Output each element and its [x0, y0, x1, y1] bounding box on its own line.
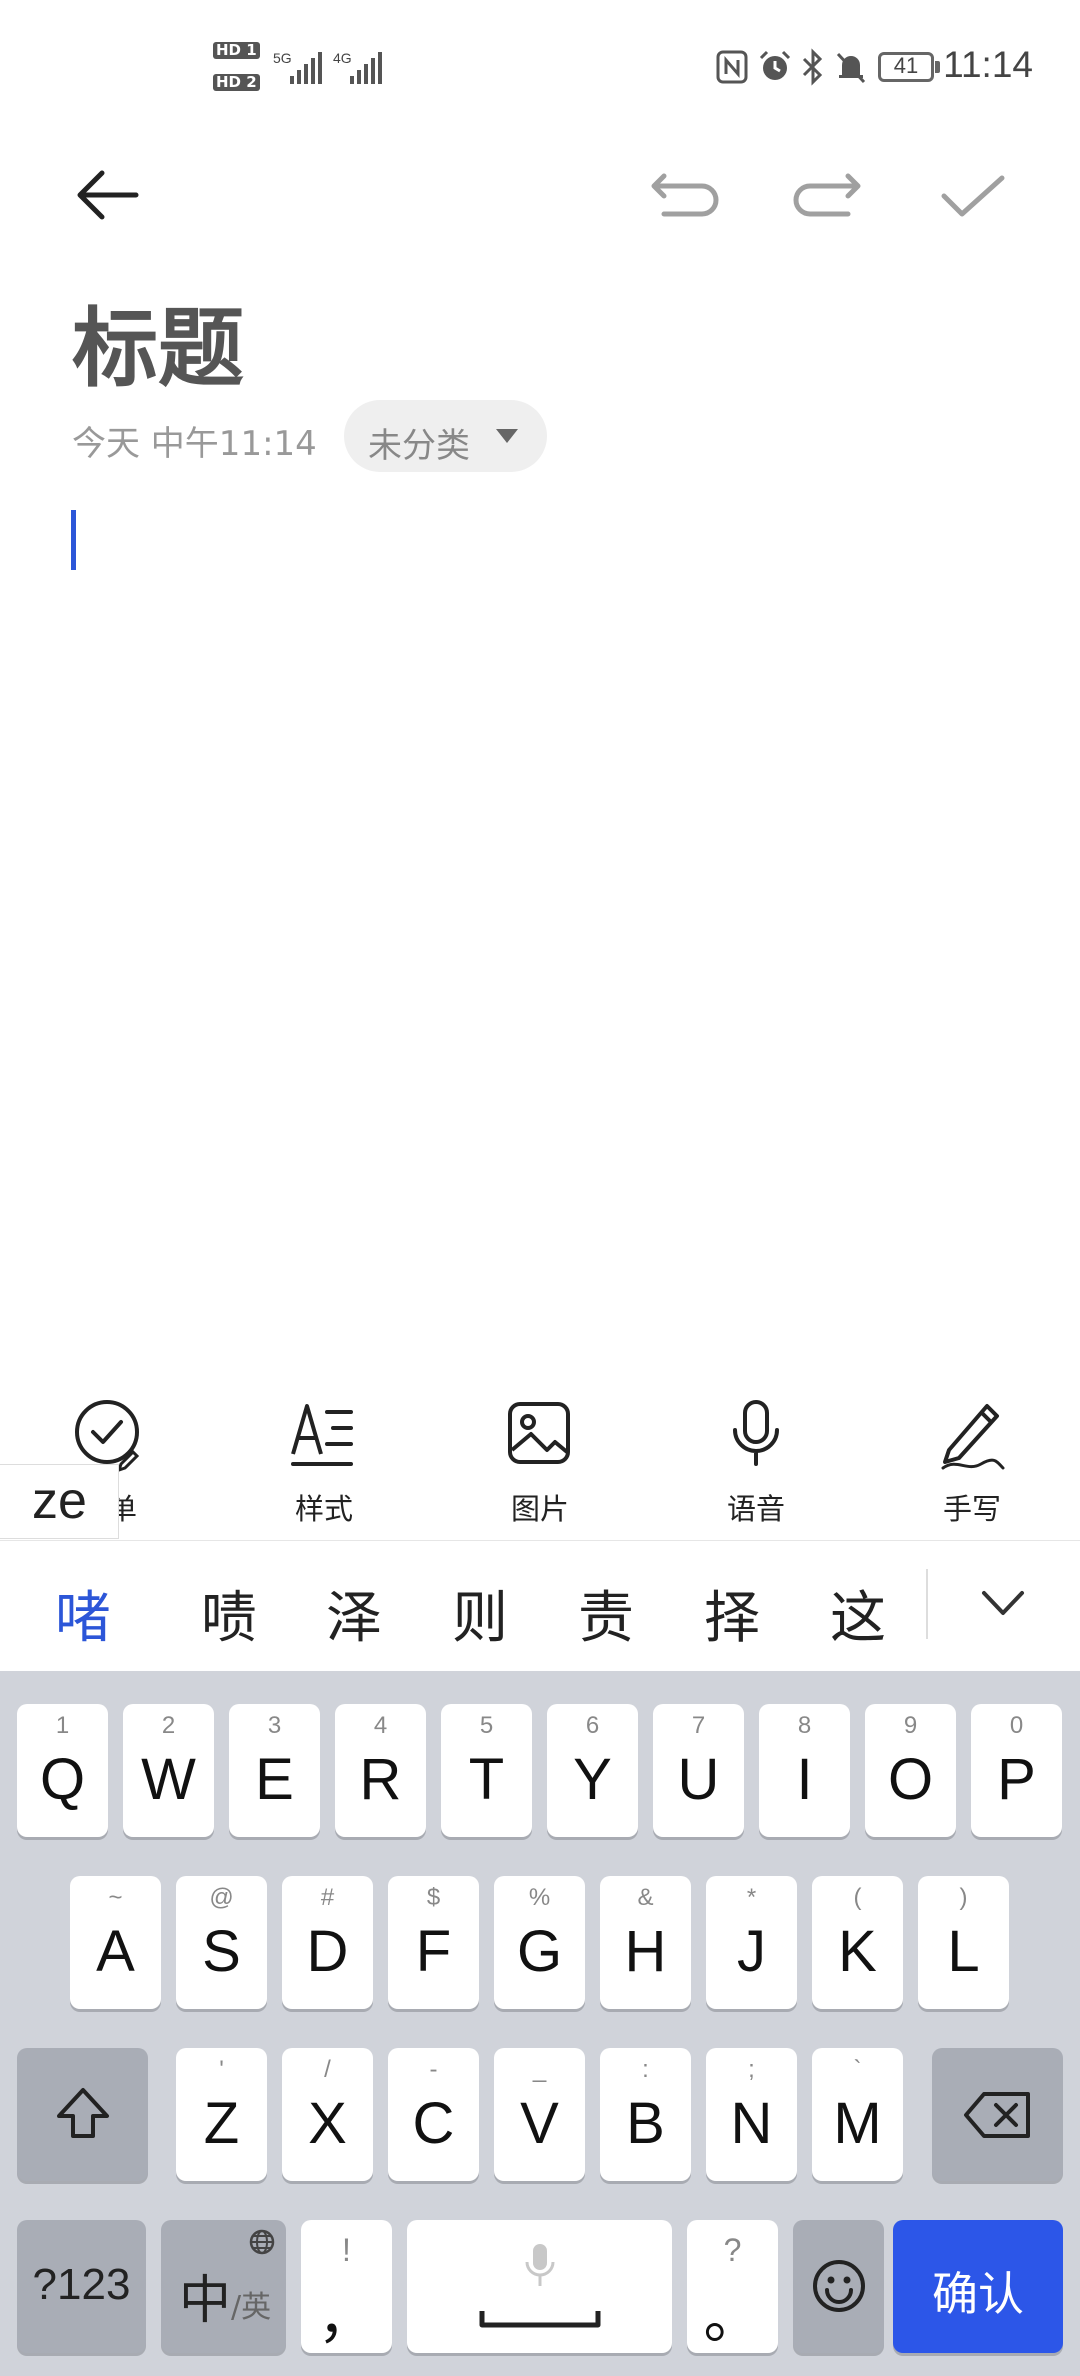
backspace-icon	[964, 2092, 1030, 2138]
status-bar: HD 1 HD 2 5G 4G 41 11:14	[0, 0, 1080, 130]
key-r[interactable]: 4R	[335, 1704, 426, 1837]
toolbar-label-image: 图片	[510, 1492, 569, 1526]
key-u[interactable]: 7U	[653, 1704, 744, 1837]
language-main-label: 中	[179, 2271, 232, 2331]
key-m[interactable]: ` M	[812, 2048, 903, 2181]
space-key[interactable]	[407, 2220, 672, 2353]
expand-candidates-chevron-down-icon[interactable]	[980, 1589, 1026, 1619]
backspace-key[interactable]	[932, 2048, 1063, 2181]
key-v[interactable]: _ V	[494, 2048, 585, 2181]
space-mic-icon	[525, 2244, 555, 2286]
sim1-hd-badge: HD 1	[213, 42, 260, 59]
key-h[interactable]: & H	[600, 1876, 691, 2009]
redo-icon[interactable]	[792, 170, 862, 220]
candidate-item[interactable]: 则	[452, 1573, 508, 1654]
battery-indicator: 41	[878, 52, 934, 82]
confirm-enter-key[interactable]: 确认	[893, 2220, 1063, 2353]
emoji-key[interactable]	[793, 2220, 884, 2353]
confirm-check-icon[interactable]	[940, 172, 1006, 222]
network-type-2: 4G	[333, 50, 352, 66]
key-f[interactable]: $ F	[388, 1876, 479, 2009]
candidate-item[interactable]: 择	[704, 1573, 760, 1654]
language-sub-label: /英	[231, 2290, 272, 2325]
candidate-item[interactable]: 啧	[201, 1573, 257, 1654]
key-p[interactable]: 0P	[971, 1704, 1062, 1837]
toolbar-label-voice: 语音	[726, 1492, 785, 1526]
candidate-item[interactable]: 责	[578, 1573, 634, 1654]
note-body-editor[interactable]	[60, 500, 1020, 1360]
network-type-1: 5G	[273, 50, 292, 66]
undo-icon[interactable]	[650, 170, 720, 220]
key-w[interactable]: 2W	[123, 1704, 214, 1837]
globe-icon	[249, 2229, 275, 2255]
key-j[interactable]: * J	[706, 1876, 797, 2009]
category-dropdown[interactable]: 未分类	[344, 400, 547, 472]
mute-bell-icon	[836, 52, 866, 84]
key-x[interactable]: / X	[282, 2048, 373, 2181]
shift-key[interactable]	[17, 2048, 148, 2181]
key-n[interactable]: ; N	[706, 2048, 797, 2181]
key-i[interactable]: 8I	[759, 1704, 850, 1837]
sim2-hd-badge: HD 2	[213, 74, 260, 91]
key-k[interactable]: (K	[812, 1876, 903, 2009]
dropdown-triangle-icon	[496, 429, 518, 443]
back-arrow-icon[interactable]	[72, 165, 142, 225]
toolbar-voice-button[interactable]: 语音	[676, 1398, 836, 1528]
candidate-divider	[926, 1569, 928, 1639]
note-title-input[interactable]: 标题	[72, 278, 244, 403]
microphone-icon	[733, 1400, 779, 1466]
signal-strength-icon	[290, 52, 322, 84]
period-key[interactable]: ? 。	[687, 2220, 778, 2353]
key-t[interactable]: 5T	[441, 1704, 532, 1837]
ime-composing-box: ze	[0, 1464, 119, 1539]
battery-tip	[935, 61, 940, 73]
bluetooth-icon	[802, 48, 823, 86]
category-label: 未分类	[368, 426, 470, 466]
key-s[interactable]: @ S	[176, 1876, 267, 2009]
soft-keyboard: 1Q 2W 3E 4R 5T 6Y 7U 8I 9O 0P ~ A @ S # D $…	[0, 1671, 1080, 2376]
shift-arrow-icon	[57, 2088, 109, 2138]
candidate-item[interactable]: 泽	[326, 1573, 382, 1654]
key-d[interactable]: # D	[282, 1876, 373, 2009]
key-e[interactable]: 3E	[229, 1704, 320, 1837]
key-q[interactable]: 1Q	[17, 1704, 108, 1837]
toolbar-style-button[interactable]: 样式	[244, 1398, 404, 1528]
text-style-icon	[291, 1404, 353, 1466]
toolbar-label-style: 样式	[294, 1492, 353, 1526]
ime-composing-text: ze	[32, 1472, 87, 1530]
key-g[interactable]: % G	[494, 1876, 585, 2009]
key-z[interactable]: ' Z	[176, 2048, 267, 2181]
ime-candidate-bar: 啫 啧 泽 则 责 择 这	[0, 1540, 1080, 1672]
key-y[interactable]: 6Y	[547, 1704, 638, 1837]
nfc-icon	[716, 50, 748, 84]
comma-key[interactable]: ! ，	[301, 2220, 392, 2353]
toolbar-image-button[interactable]: 图片	[460, 1398, 620, 1528]
candidate-item[interactable]: 啫	[55, 1573, 111, 1654]
alarm-icon	[759, 50, 791, 80]
smiley-emoji-icon	[813, 2260, 865, 2312]
image-icon	[508, 1402, 570, 1464]
space-bar-icon	[479, 2311, 601, 2328]
key-b[interactable]: :B	[600, 2048, 691, 2181]
language-switch-key[interactable]: 中 /英	[161, 2220, 286, 2353]
status-time: 11:14	[943, 44, 1033, 85]
note-date: 今天 中午11:14	[72, 424, 317, 464]
pen-icon	[941, 1404, 1005, 1470]
toolbar-handwriting-button[interactable]: 手写	[892, 1398, 1052, 1528]
key-l[interactable]: ) L	[918, 1876, 1009, 2009]
key-a[interactable]: ~ A	[70, 1876, 161, 2009]
checklist-icon	[75, 1400, 140, 1473]
numbers-symbols-key[interactable]: ?123	[17, 2220, 146, 2353]
key-o[interactable]: 9O	[865, 1704, 956, 1837]
signal-strength-2-icon	[350, 52, 382, 84]
toolbar-label-handwriting: 手写	[942, 1492, 1001, 1526]
candidate-item[interactable]: 这	[830, 1573, 886, 1654]
key-c[interactable]: -C	[388, 2048, 479, 2181]
